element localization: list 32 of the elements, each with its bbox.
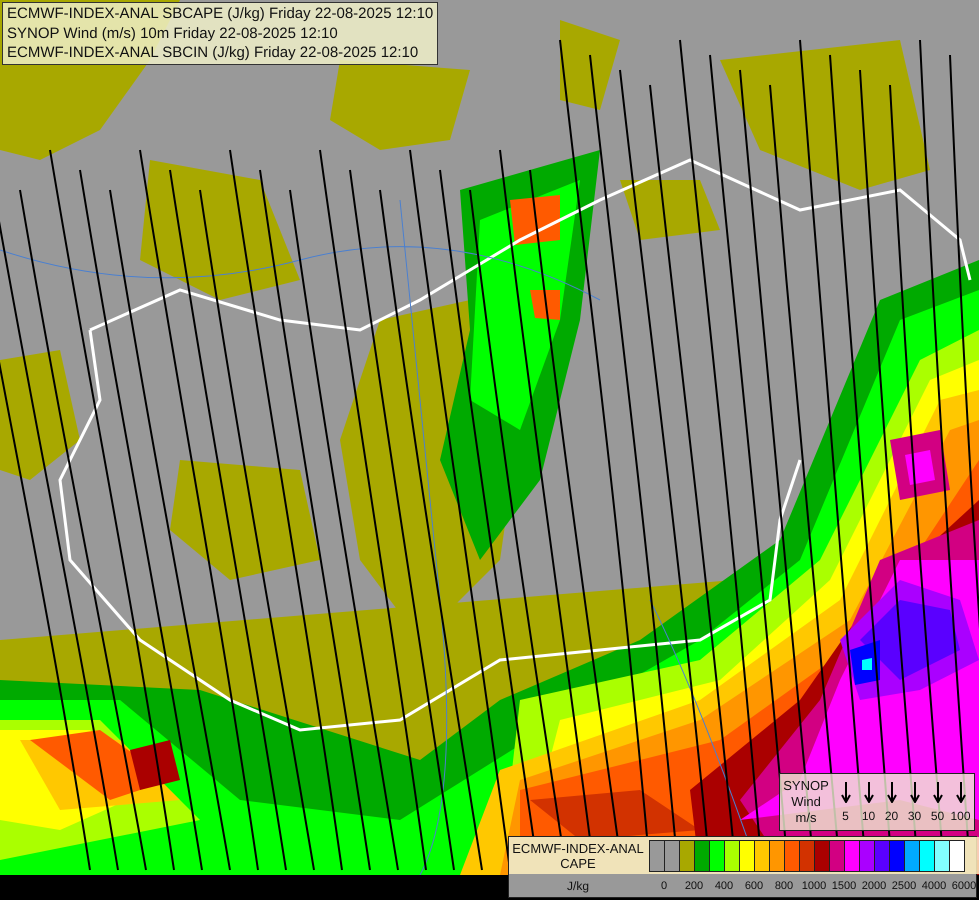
layer-title: SYNOP Wind (m/s) 10m Friday 22-08-2025 12:10 [7,24,339,43]
legend-label: Wind [791,794,821,810]
tick-label: 1000 [800,879,828,894]
tick-label: 200 [684,879,704,894]
tick-label: 2000 [860,879,888,894]
tick-label: 0 [660,879,668,894]
tick-label: 2500 [890,879,918,894]
speed-label: 5 [842,809,849,823]
arrow-icon [932,781,942,803]
arrow-icon [956,781,966,803]
tick-label: 400 [714,879,734,894]
layer-title: ECMWF-INDEX-ANAL SBCIN (J/kg) Friday 22-08-2025 12:10 [7,43,420,62]
tick-label: 800 [774,879,794,894]
legend-label: m/s [796,810,816,826]
legend-title: ECMWF-INDEX-ANAL [512,840,644,856]
speed-label: 100 [950,809,971,823]
tick-label: 1500 [830,879,858,894]
speed-label: 30 [908,809,922,823]
tick-label: 4000 [920,879,948,894]
unit-label: J/kg [566,878,589,892]
arrow-icon [910,781,920,803]
tick-label: 600 [744,879,764,894]
arrow-icon [840,781,850,803]
layer-title: ECMWF-INDEX-ANAL SBCAPE (J/kg) Friday 22-08-2025 12:10 [7,4,434,24]
legend-title: CAPE [560,856,596,870]
legend-label: SYNOP [783,778,829,794]
speed-label: 50 [930,809,944,823]
arrow-icon [864,781,874,803]
arrow-icon [886,781,896,803]
tick-label: 6000 [950,879,978,894]
speed-label: 20 [884,809,898,823]
speed-label: 10 [862,809,876,823]
